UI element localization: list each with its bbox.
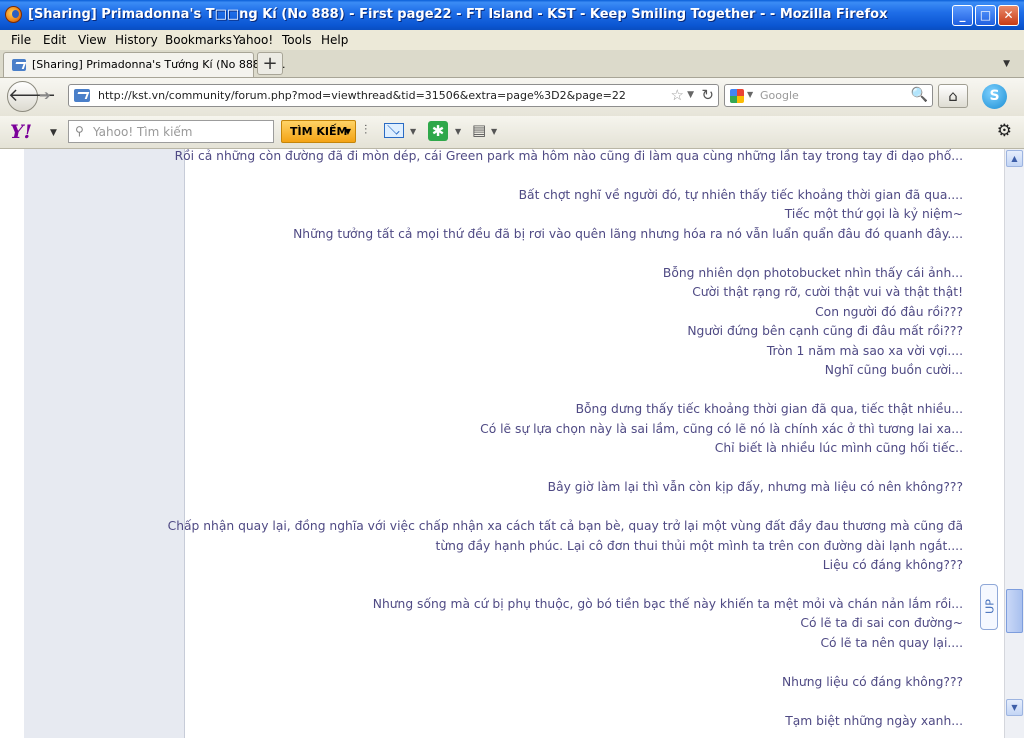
back-button[interactable]: 🡐 bbox=[7, 81, 56, 112]
post-line: Bây giờ làm lại thì vẫn còn kịp đấy, như… bbox=[547, 480, 963, 494]
yahoo-search-placeholder: Yahoo! Tìm kiếm bbox=[93, 125, 193, 139]
search-icon[interactable]: 🔍 bbox=[911, 87, 928, 103]
post-line: Liệu có đáng không??? bbox=[822, 558, 963, 572]
yahoo-toolbar: Y! ▼ ⚲ Yahoo! Tìm kiếm TÌM KIẾM ▼ ⫶ ▼ ✱ ▼… bbox=[0, 116, 1024, 149]
chevron-down-icon: ▼ bbox=[344, 127, 351, 136]
skype-icon[interactable]: S bbox=[982, 84, 1007, 109]
new-tab-button[interactable]: + bbox=[257, 52, 283, 75]
notepad-icon[interactable]: ▤ bbox=[472, 121, 486, 139]
post-line: Tròn 1 năm mà sao xa vời vợi.... bbox=[766, 344, 963, 358]
post-line: Nghĩ cũng buồn cười... bbox=[824, 363, 963, 377]
list-all-tabs-icon[interactable]: ▼ bbox=[1003, 59, 1010, 69]
tab-strip: [Sharing] Primadonna's Tướng Kí (No 888)… bbox=[0, 50, 1024, 78]
post-line: Bỗng dưng thấy tiếc khoảng thời gian đã … bbox=[575, 402, 963, 416]
menu-file[interactable]: File bbox=[11, 33, 31, 47]
gear-icon[interactable]: ⚙ bbox=[997, 121, 1012, 141]
scrollbar-thumb[interactable] bbox=[1006, 589, 1023, 633]
post-line: Có lẽ ta nên quay lại.... bbox=[820, 636, 963, 650]
toolbar-separator-icon: ⫶ bbox=[364, 123, 368, 138]
vertical-scrollbar[interactable]: ▲ ▼ bbox=[1004, 149, 1024, 738]
post-line: Những tưởng tất cả mọi thứ đều đã bị rơi… bbox=[293, 227, 963, 241]
title-bar: [Sharing] Primadonna's T□□ng Kí (No 888)… bbox=[0, 0, 1024, 30]
navigation-bar: 🡐 ➔ http://kst.vn/community/forum.php?mo… bbox=[0, 78, 1024, 117]
forward-button[interactable]: ➔ bbox=[39, 88, 51, 104]
post-line: Rồi cả những còn đường đã đi mòn dép, cá… bbox=[174, 149, 963, 163]
answers-icon[interactable]: ✱ bbox=[428, 121, 448, 141]
post-line: Bỗng nhiên dọn photobucket nhìn thấy cái… bbox=[662, 266, 963, 280]
post-line: Nhưng sống mà cứ bị phụ thuộc, gò bó tiề… bbox=[372, 597, 963, 611]
browser-window: [Sharing] Primadonna's T□□ng Kí (No 888)… bbox=[0, 0, 1024, 738]
post-line: Tiếc một thứ gọi là kỷ niệm~ bbox=[784, 207, 963, 221]
scroll-up-icon[interactable]: ▲ bbox=[1006, 150, 1023, 167]
close-button[interactable]: ✕ bbox=[998, 5, 1019, 26]
post-author-column bbox=[24, 149, 185, 738]
menu-edit[interactable]: Edit bbox=[43, 33, 66, 47]
menu-bar: File Edit View History Bookmarks Yahoo! … bbox=[0, 30, 1024, 50]
yahoo-logo-icon[interactable]: Y! bbox=[10, 121, 32, 143]
search-engine-dropdown-icon[interactable]: ▼ bbox=[747, 90, 753, 99]
yahoo-menu-chevron-icon[interactable]: ▼ bbox=[50, 128, 57, 138]
mail-dropdown-icon[interactable]: ▼ bbox=[410, 127, 416, 136]
notepad-dropdown-icon[interactable]: ▼ bbox=[491, 127, 497, 136]
menu-tools[interactable]: Tools bbox=[282, 33, 312, 47]
post-line: Có lẽ ta đi sai con đường~ bbox=[800, 616, 963, 630]
back-to-top-button[interactable]: UP bbox=[980, 584, 998, 630]
post-line: Người đứng bên cạnh cũng đi đâu mất rồi?… bbox=[687, 324, 963, 338]
answers-dropdown-icon[interactable]: ▼ bbox=[455, 127, 461, 136]
url-bar[interactable]: http://kst.vn/community/forum.php?mod=vi… bbox=[68, 84, 719, 107]
scroll-down-icon[interactable]: ▼ bbox=[1006, 699, 1023, 716]
mail-icon[interactable] bbox=[384, 123, 404, 138]
google-icon[interactable] bbox=[730, 89, 744, 103]
menu-view[interactable]: View bbox=[78, 33, 106, 47]
home-button[interactable]: ⌂ bbox=[938, 84, 968, 108]
search-bar[interactable]: ▼ Google 🔍 bbox=[724, 84, 933, 107]
back-to-top-label: UP bbox=[983, 599, 997, 614]
yahoo-search-button-label: TÌM KIẾM bbox=[290, 125, 348, 138]
bookmark-star-icon[interactable]: ☆ bbox=[671, 86, 684, 104]
url-text[interactable]: http://kst.vn/community/forum.php?mod=vi… bbox=[98, 89, 626, 102]
yahoo-search-button[interactable]: TÌM KIẾM ▼ bbox=[281, 120, 356, 143]
maximize-button[interactable]: □ bbox=[975, 5, 996, 26]
firefox-icon bbox=[5, 6, 22, 23]
tab-active[interactable]: [Sharing] Primadonna's Tướng Kí (No 888)… bbox=[3, 52, 286, 77]
post-line: Tạm biệt những ngày xanh... bbox=[785, 714, 963, 728]
post-line: Chỉ biết là nhiều lúc mình cũng hối tiếc… bbox=[714, 441, 963, 455]
post-line: Bất chợt nghĩ về người đó, tự nhiên thấy… bbox=[518, 188, 963, 202]
site-favicon bbox=[74, 89, 90, 102]
search-icon: ⚲ bbox=[75, 124, 84, 138]
search-input[interactable]: Google bbox=[760, 89, 799, 102]
post-line: Nhưng liệu có đáng không??? bbox=[781, 675, 963, 689]
minimize-button[interactable]: _ bbox=[952, 5, 973, 26]
post-line: Cười thật rạng rỡ, cười thật vui và thật… bbox=[692, 285, 963, 299]
menu-help[interactable]: Help bbox=[321, 33, 348, 47]
tab-label: [Sharing] Primadonna's Tướng Kí (No 888)… bbox=[32, 58, 286, 71]
window-title: [Sharing] Primadonna's T□□ng Kí (No 888)… bbox=[28, 7, 888, 22]
post-line: Con người đó đâu rồi??? bbox=[815, 305, 963, 319]
reload-icon[interactable]: ↻ bbox=[701, 86, 714, 104]
page-content: Rồi cả những còn đường đã đi mòn dép, cá… bbox=[0, 149, 1004, 738]
menu-bookmarks[interactable]: Bookmarks bbox=[165, 33, 232, 47]
yahoo-search-input[interactable]: ⚲ Yahoo! Tìm kiếm bbox=[68, 120, 274, 143]
post-line: từng đầy hạnh phúc. Lại cô đơn thui thủi… bbox=[435, 539, 963, 553]
menu-history[interactable]: History bbox=[115, 33, 158, 47]
menu-yahoo[interactable]: Yahoo! bbox=[233, 33, 273, 47]
post-line: Chấp nhận quay lại, đồng nghĩa với việc … bbox=[167, 519, 963, 533]
url-dropdown-icon[interactable]: ▼ bbox=[687, 90, 694, 100]
post-line: Có lẽ sự lựa chọn này là sai lầm, cũng c… bbox=[480, 422, 963, 436]
kst-favicon bbox=[12, 59, 26, 71]
